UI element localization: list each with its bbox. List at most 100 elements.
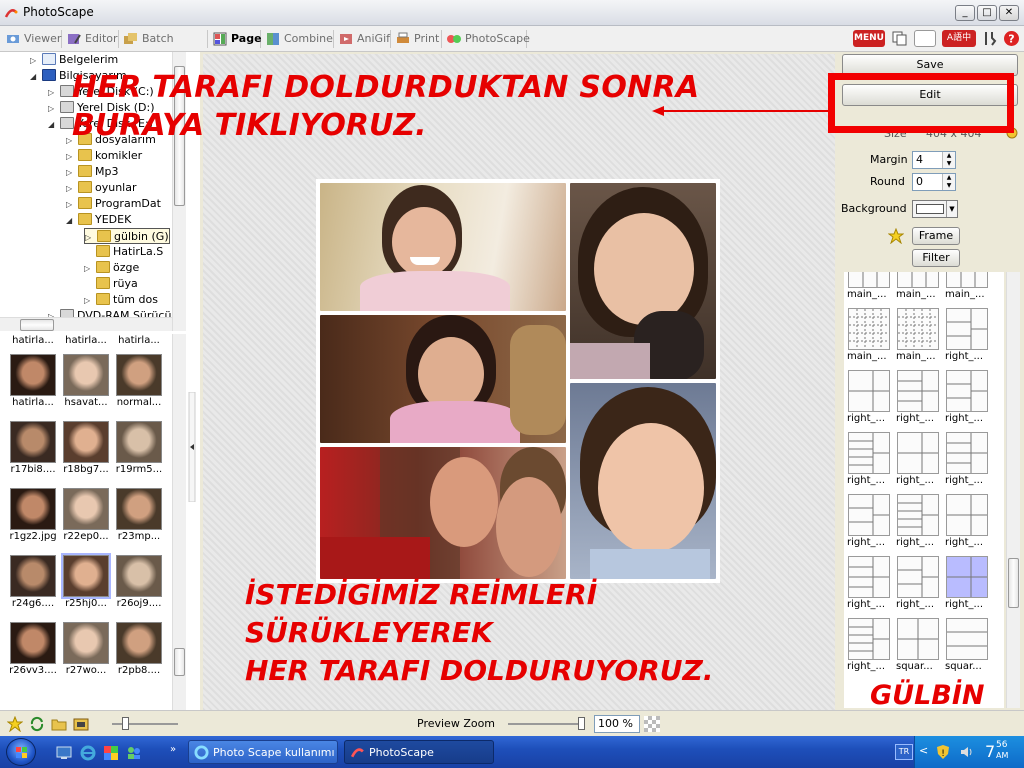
thumbnail-item[interactable]: r17bi8.... bbox=[8, 421, 58, 476]
security-shield-icon[interactable]: ! bbox=[935, 744, 951, 760]
pane-splitter[interactable] bbox=[186, 391, 198, 503]
tools-icon[interactable] bbox=[982, 30, 998, 47]
expand-arrow-icon[interactable]: ▷ bbox=[30, 53, 40, 69]
thumbnail-item[interactable]: r23mp... bbox=[114, 488, 164, 543]
show-desktop-icon[interactable] bbox=[56, 745, 72, 761]
thumbnail-item[interactable]: hatirla... bbox=[8, 354, 58, 409]
page-collage[interactable] bbox=[316, 179, 720, 583]
preview-zoom-slider[interactable] bbox=[508, 717, 585, 730]
expand-arrow-icon[interactable]: ▷ bbox=[66, 149, 76, 165]
thumbnail-item[interactable]: normal... bbox=[114, 354, 164, 409]
tree-node[interactable]: ▷ DVD-RAM Sürücü bbox=[48, 308, 171, 317]
help-icon[interactable]: ? bbox=[1003, 30, 1020, 47]
tree-node[interactable]: ▷ Belgelerim bbox=[30, 52, 118, 68]
expand-arrow-icon[interactable]: ▷ bbox=[84, 261, 94, 277]
tree-node[interactable]: HatirLa.S bbox=[84, 244, 163, 260]
thumbnail-image[interactable] bbox=[10, 421, 56, 463]
tree-node[interactable]: ▷ tüm dos bbox=[84, 292, 158, 308]
tab-anigif[interactable]: AniGif bbox=[335, 30, 391, 48]
layout-template[interactable]: squar... bbox=[895, 616, 941, 673]
expand-arrow-icon[interactable]: ▷ bbox=[48, 309, 58, 317]
slideshow-icon[interactable] bbox=[73, 716, 89, 732]
menu-button[interactable]: MENU bbox=[853, 30, 885, 47]
margin-spinner[interactable]: 4 ▲ ▼ bbox=[912, 151, 956, 169]
thumbnail-item[interactable]: r22ep0... bbox=[61, 488, 111, 543]
expand-arrow-icon[interactable]: ◢ bbox=[66, 213, 76, 229]
expand-arrow-icon[interactable]: ◢ bbox=[30, 69, 40, 85]
messenger-icon[interactable] bbox=[126, 745, 142, 761]
blank-toggle-button[interactable] bbox=[914, 30, 936, 47]
layout-template[interactable]: squar... bbox=[944, 616, 990, 673]
filter-button[interactable]: Filter bbox=[912, 249, 960, 267]
thumbnail-item[interactable]: r18bg7... bbox=[61, 421, 111, 476]
spinner-arrows-icon[interactable]: ▲ ▼ bbox=[942, 152, 955, 168]
tab-page[interactable]: Page bbox=[209, 30, 262, 48]
language-indicator[interactable]: TR bbox=[895, 744, 913, 760]
round-spinner[interactable]: 0 ▲ ▼ bbox=[912, 173, 956, 191]
layout-template[interactable]: right_... bbox=[944, 306, 990, 363]
tab-print[interactable]: Print bbox=[392, 30, 442, 48]
thumbnail-image[interactable] bbox=[63, 488, 109, 530]
tree-node[interactable]: ▷ oyunlar bbox=[66, 180, 137, 196]
media-center-icon[interactable] bbox=[103, 745, 119, 761]
thumbnail-image[interactable] bbox=[116, 555, 162, 597]
thumbnail-item[interactable]: r19rm5... bbox=[114, 421, 164, 476]
taskbar-item-photoscape[interactable]: PhotoScape bbox=[344, 740, 494, 764]
collage-photo-slot[interactable] bbox=[570, 383, 716, 579]
layout-template[interactable]: right_... bbox=[846, 368, 892, 425]
tray-expand-icon[interactable]: < bbox=[919, 744, 928, 757]
thumbnail-image[interactable] bbox=[63, 421, 109, 463]
layout-template[interactable]: right_... bbox=[895, 492, 941, 549]
layout-template[interactable]: right_... bbox=[846, 554, 892, 611]
refresh-icon[interactable] bbox=[29, 716, 45, 732]
layout-template[interactable]: main_... bbox=[944, 272, 990, 301]
layout-template[interactable]: right_... bbox=[944, 430, 990, 487]
layout-template[interactable]: main_... bbox=[895, 306, 941, 363]
expand-arrow-icon[interactable]: ▷ bbox=[66, 181, 76, 197]
thumbnail-item[interactable]: r1gz2.jpg bbox=[8, 488, 58, 543]
tree-horizontal-scrollbar[interactable] bbox=[0, 317, 172, 331]
expand-arrow-icon[interactable]: ▷ bbox=[66, 197, 76, 213]
thumbnail-image[interactable] bbox=[116, 488, 162, 530]
taskbar-item-browser[interactable]: Photo Scape kullanımı ... bbox=[188, 740, 338, 764]
tab-batch-editor[interactable]: Batch Editor bbox=[120, 30, 208, 63]
thumbnail-scrollbar[interactable] bbox=[172, 334, 186, 710]
layout-template[interactable]: right_... bbox=[846, 430, 892, 487]
tab-photoscape[interactable]: PhotoScape bbox=[443, 30, 530, 48]
tab-editor[interactable]: Editor bbox=[63, 30, 119, 48]
clock-hour[interactable]: 7 bbox=[985, 742, 995, 761]
tree-node[interactable]: rüya bbox=[84, 276, 138, 292]
thumbnail-image[interactable] bbox=[10, 555, 56, 597]
thumbnail-item[interactable]: hatirla... bbox=[61, 334, 111, 347]
collage-photo-slot[interactable] bbox=[320, 315, 566, 443]
layout-template[interactable]: right_... bbox=[944, 492, 990, 549]
internet-explorer-icon[interactable] bbox=[80, 745, 96, 761]
layout-template[interactable]: main_... bbox=[846, 306, 892, 363]
thumbnail-image[interactable] bbox=[10, 622, 56, 664]
thumbnail-item[interactable]: r27wo... bbox=[61, 622, 111, 677]
quicklaunch-chevron-icon[interactable]: » bbox=[170, 744, 176, 755]
thumbnail-image[interactable] bbox=[63, 622, 109, 664]
thumbnail-item[interactable]: r25hj0... bbox=[61, 553, 111, 610]
template-scrollbar[interactable] bbox=[1006, 272, 1020, 708]
open-folder-icon[interactable] bbox=[51, 716, 67, 732]
collage-photo-slot[interactable] bbox=[320, 447, 566, 579]
tree-node[interactable]: ▷ ProgramDat bbox=[66, 196, 161, 212]
layout-template[interactable]: right_... bbox=[895, 368, 941, 425]
expand-arrow-icon[interactable]: ▷ bbox=[48, 85, 58, 101]
tab-combine[interactable]: Combine bbox=[262, 30, 334, 48]
copy-icon[interactable] bbox=[891, 30, 909, 47]
layout-template[interactable]: right_... bbox=[944, 368, 990, 425]
thumbnail-item[interactable]: hsavat... bbox=[61, 354, 111, 409]
expand-arrow-icon[interactable]: ▷ bbox=[84, 293, 94, 309]
thumbnail-item[interactable]: r2pb8.... bbox=[114, 622, 164, 677]
layout-template[interactable]: right_... bbox=[846, 616, 892, 673]
tab-viewer[interactable]: Viewer bbox=[2, 30, 62, 48]
layout-template[interactable]: right_... bbox=[895, 430, 941, 487]
language-button[interactable]: A語中 bbox=[942, 30, 976, 47]
thumbnail-image[interactable] bbox=[10, 488, 56, 530]
expand-arrow-icon[interactable]: ◢ bbox=[48, 117, 58, 133]
thumbnail-image[interactable] bbox=[61, 553, 111, 599]
expand-arrow-icon[interactable]: ▷ bbox=[66, 165, 76, 181]
expand-arrow-icon[interactable]: ▷ bbox=[48, 101, 58, 117]
